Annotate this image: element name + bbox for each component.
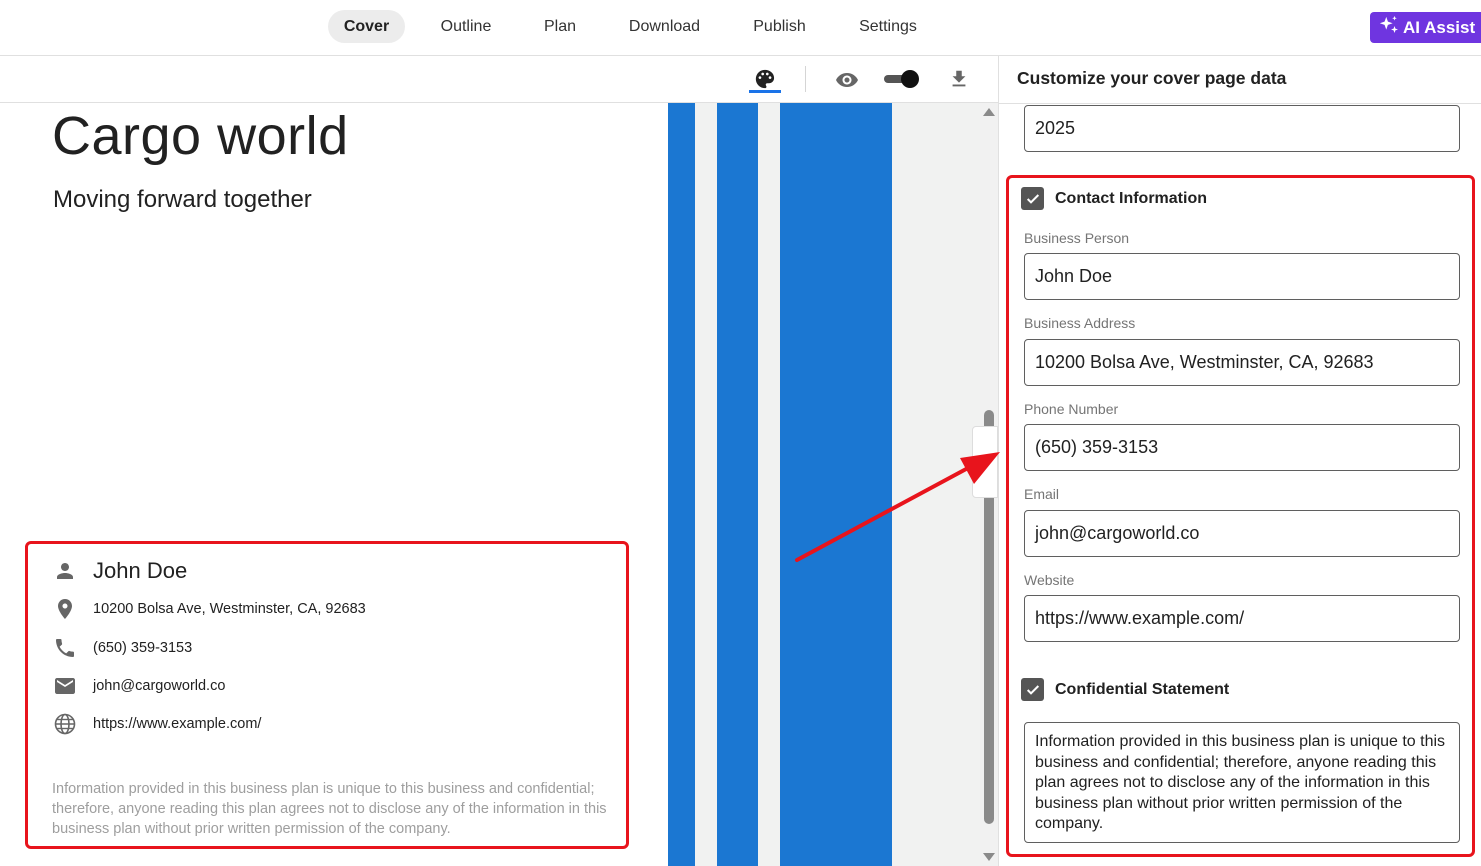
chevron-right-icon: ›: [982, 454, 988, 470]
tab-publish[interactable]: Publish: [741, 10, 818, 43]
panel-collapse-handle[interactable]: ›: [972, 426, 998, 498]
highlight-box-contact-form: [1006, 175, 1475, 857]
stripe: [668, 103, 695, 866]
panel-divider: [999, 103, 1481, 104]
toolbar-divider: [805, 66, 806, 92]
top-nav: Cover Outline Plan Download Publish Sett…: [0, 0, 1481, 56]
ai-assist-button[interactable]: AI Assist: [1370, 12, 1481, 43]
year-field[interactable]: 2025: [1024, 105, 1460, 152]
highlight-box-cover-contact: [25, 541, 629, 849]
app-root: Cover Outline Plan Download Publish Sett…: [0, 0, 1481, 866]
scroll-down-arrow[interactable]: [983, 853, 995, 861]
cover-stripes: [668, 103, 980, 866]
cover-title: Cargo world: [52, 106, 349, 166]
panel-title: Customize your cover page data: [1017, 68, 1287, 88]
stripe: [780, 103, 892, 866]
eye-icon[interactable]: [833, 67, 861, 93]
tab-settings[interactable]: Settings: [846, 10, 930, 43]
palette-icon[interactable]: [751, 66, 779, 92]
tab-cover[interactable]: Cover: [328, 10, 405, 43]
active-tool-indicator: [749, 90, 781, 93]
ai-assist-label: AI Assist: [1403, 18, 1476, 37]
scroll-up-arrow[interactable]: [983, 108, 995, 116]
preview-toolbar: [0, 56, 998, 103]
download-icon[interactable]: [945, 66, 973, 92]
cover-subtitle: Moving forward together: [53, 186, 312, 213]
tab-plan[interactable]: Plan: [530, 10, 590, 43]
sparkle-icon: [1379, 15, 1398, 33]
tab-outline[interactable]: Outline: [428, 10, 504, 43]
preview-toggle-knob[interactable]: [901, 70, 919, 88]
tab-download[interactable]: Download: [617, 10, 712, 43]
stripe: [717, 103, 758, 866]
